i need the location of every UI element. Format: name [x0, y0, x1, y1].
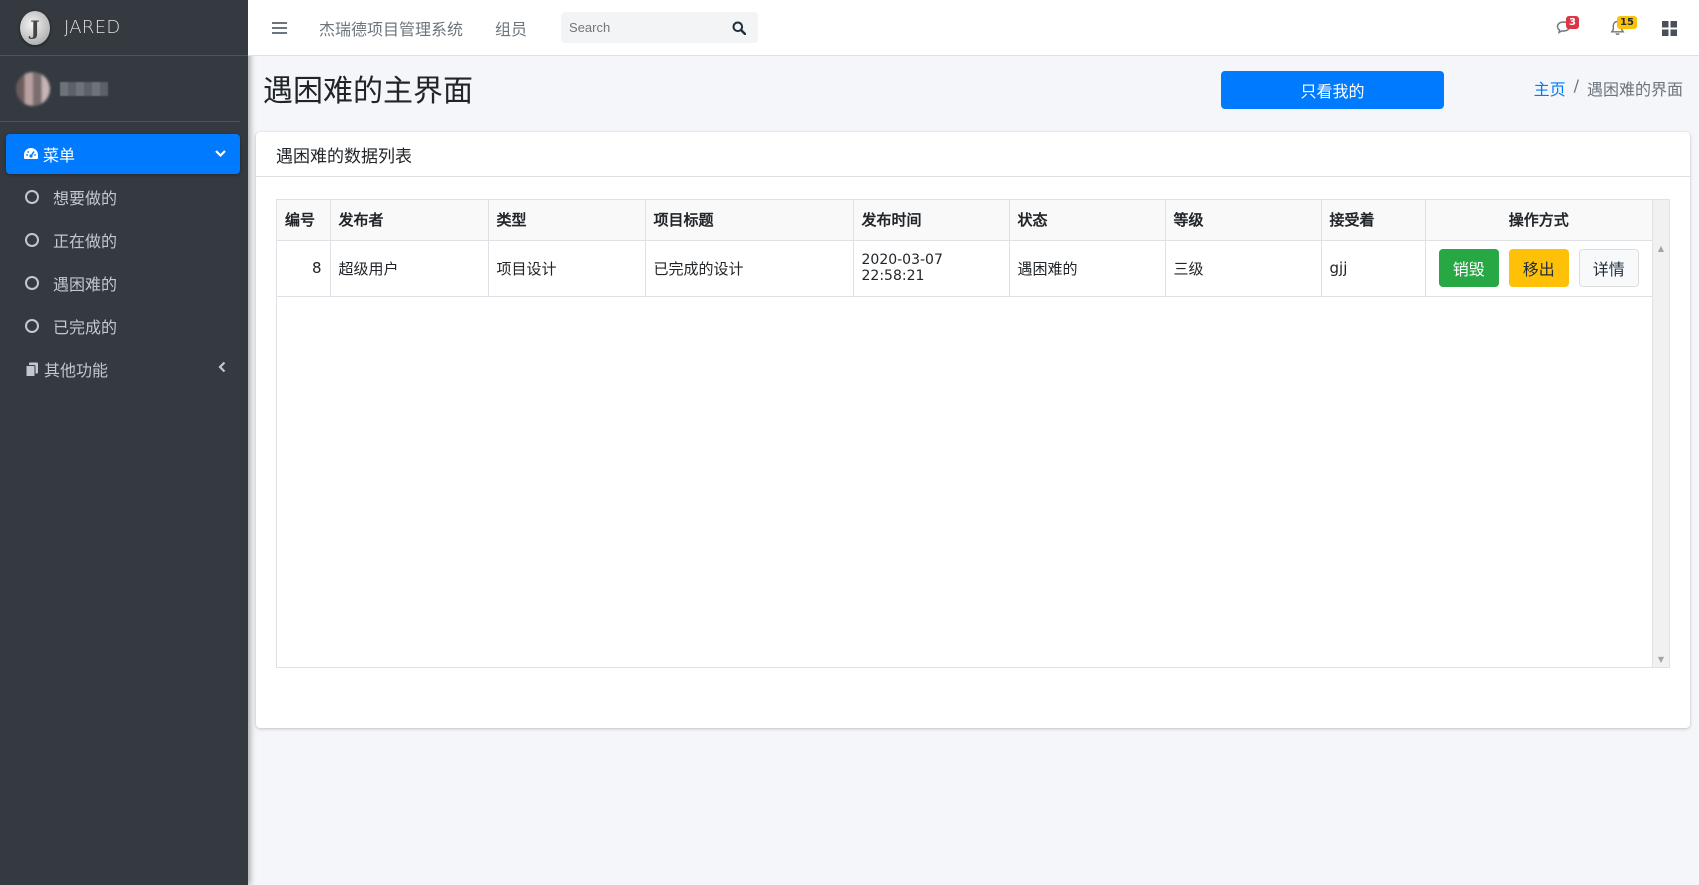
apps-grid-button[interactable] [1643, 0, 1695, 56]
members-link[interactable]: 组员 [495, 16, 527, 40]
col-header-publisher[interactable]: 发布者 [330, 200, 489, 241]
sidebar-other-toggle[interactable]: 其他功能 [6, 349, 240, 389]
messages-button[interactable]: 3 [1539, 0, 1591, 56]
circle-icon [25, 233, 39, 247]
col-header-actions[interactable]: 操作方式 [1425, 200, 1653, 241]
circle-icon [25, 190, 39, 204]
col-header-level[interactable]: 等级 [1165, 200, 1322, 241]
cell-type: 项目设计 [488, 240, 646, 297]
user-panel[interactable] [0, 56, 240, 122]
sidebar-item-done[interactable]: 已完成的 [6, 306, 240, 346]
sidebar-menu-toggle[interactable]: 菜单 [6, 134, 240, 174]
circle-icon [25, 276, 39, 290]
col-header-title[interactable]: 项目标题 [645, 200, 854, 241]
cell-id: 8 [277, 240, 331, 297]
sidebar-item-label: 正在做的 [53, 232, 118, 251]
search-input[interactable] [561, 20, 722, 35]
grid-icon [1661, 20, 1677, 36]
chevron-left-icon [218, 361, 226, 377]
cell-publisher: 超级用户 [330, 240, 489, 297]
col-header-id[interactable]: 编号 [277, 200, 331, 241]
brand[interactable]: J JARED [0, 0, 248, 56]
avatar[interactable] [16, 71, 50, 106]
col-header-type[interactable]: 类型 [488, 200, 646, 241]
vertical-scrollbar[interactable]: ▲ ▼ [1652, 200, 1669, 667]
col-header-receiver[interactable]: 接受着 [1321, 200, 1426, 241]
destroy-button[interactable]: 销毁 [1438, 249, 1499, 287]
remove-button[interactable]: 移出 [1508, 249, 1569, 287]
sidebar-item-label: 想要做的 [53, 189, 118, 208]
search-icon [732, 21, 747, 35]
brand-logo: J [20, 10, 50, 45]
page-title: 遇困难的主界面 [263, 74, 473, 109]
user-name-blurred[interactable] [60, 81, 108, 96]
messages-badge: 3 [1566, 16, 1579, 29]
cell-status: 遇困难的 [1009, 240, 1166, 297]
detail-button[interactable]: 详情 [1578, 249, 1639, 287]
top-navbar: 杰瑞德项目管理系统 组员 3 15 [248, 0, 1699, 56]
sidebar-item-blocked[interactable]: 遇困难的 [6, 263, 240, 303]
notifications-badge: 15 [1617, 16, 1637, 29]
search-box [561, 12, 759, 43]
breadcrumb: 主页 / 遇困难的界面 [1534, 76, 1683, 100]
sidebar-item-doing[interactable]: 正在做的 [6, 220, 240, 260]
scroll-down-arrow-icon[interactable]: ▼ [1653, 651, 1669, 667]
cell-actions: 销毁 移出 详情 [1425, 240, 1653, 297]
table-header-row: 编号 发布者 类型 项目标题 发布时间 状态 等级 接受着 操作方式 [277, 200, 1653, 241]
cell-time: 2020-03-07 22:58:21 [853, 240, 1010, 297]
breadcrumb-home-link[interactable]: 主页 [1534, 76, 1566, 100]
brand-name: JARED [64, 17, 121, 38]
copy-icon [22, 362, 42, 377]
scroll-up-arrow-icon[interactable]: ▲ [1653, 240, 1669, 256]
top-right-icons: 3 15 [1539, 0, 1699, 56]
data-list-card: 遇困难的数据列表 编号 发布者 类型 项目标题 发布时间 状态 等级 接受着 操… [256, 132, 1690, 728]
sidebar-item-label: 已完成的 [53, 318, 118, 337]
circle-icon [25, 319, 39, 333]
sidebar-item-want[interactable]: 想要做的 [6, 177, 240, 217]
sidebar-other-label: 其他功能 [44, 361, 109, 380]
sidebar-menu-label: 菜单 [43, 146, 76, 165]
sidebar-item-label: 遇困难的 [53, 275, 118, 294]
data-table: 编号 发布者 类型 项目标题 发布时间 状态 等级 接受着 操作方式 8 超级用… [277, 200, 1653, 297]
chevron-down-icon [215, 147, 226, 162]
notifications-button[interactable]: 15 [1591, 0, 1643, 56]
breadcrumb-separator: / [1573, 76, 1579, 95]
sidebar: J JARED 菜单 想要做的 正在做的 遇困难的 已完成的 其他功能 [0, 0, 248, 885]
search-button[interactable] [721, 12, 757, 43]
cell-level: 三级 [1165, 240, 1322, 297]
table-row: 8 超级用户 项目设计 已完成的设计 2020-03-07 22:58:21 遇… [277, 240, 1653, 297]
col-header-time[interactable]: 发布时间 [853, 200, 1010, 241]
breadcrumb-current: 遇困难的界面 [1586, 80, 1683, 99]
card-title: 遇困难的数据列表 [256, 132, 1690, 177]
hamburger-menu-icon[interactable] [272, 21, 287, 34]
dashboard-icon [21, 147, 41, 161]
system-home-link[interactable]: 杰瑞德项目管理系统 [319, 16, 463, 40]
only-mine-button[interactable]: 只看我的 [1221, 71, 1444, 109]
cell-receiver: gjj [1321, 240, 1426, 297]
sidebar-nav: 菜单 想要做的 正在做的 遇困难的 已完成的 其他功能 [0, 122, 248, 389]
table-scroll-area[interactable]: 编号 发布者 类型 项目标题 发布时间 状态 等级 接受着 操作方式 8 超级用… [276, 199, 1670, 668]
col-header-status[interactable]: 状态 [1009, 200, 1166, 241]
cell-title: 已完成的设计 [645, 240, 854, 297]
